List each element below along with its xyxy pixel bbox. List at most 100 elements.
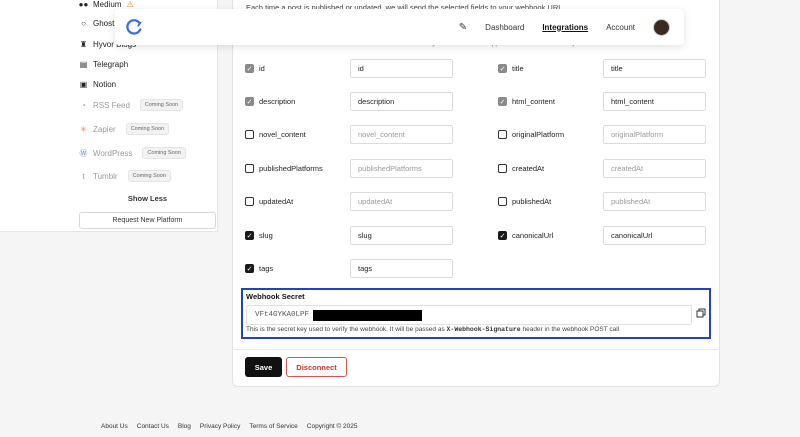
field-checkbox[interactable]: ✓ (498, 64, 507, 73)
footer-copyright: Copyright © 2025 (306, 423, 358, 430)
field-checkbox[interactable] (245, 130, 254, 139)
field-name-input[interactable]: canonicalUrl (603, 226, 706, 245)
nav-integrations[interactable]: Integrations (542, 23, 588, 32)
field-label: publishedPlatforms (259, 164, 323, 173)
field-name-input[interactable]: tags (350, 259, 453, 278)
telegraph-icon: ▤ (79, 59, 88, 69)
field-row-tags: ✓ tags (245, 264, 273, 273)
field-row-updatedAt: updatedAt (245, 197, 293, 206)
copy-icon[interactable] (696, 308, 706, 318)
field-label: updatedAt (259, 197, 294, 206)
field-name-input[interactable]: publishedAt (603, 192, 706, 211)
warning-icon: ⚠ (126, 0, 134, 9)
zapier-icon: ✳ (80, 124, 87, 134)
field-label: html_content (512, 97, 555, 106)
webhook-secret-help: This is the secret key used to verify th… (246, 326, 620, 333)
wordpress-icon: Ⓦ (79, 148, 88, 158)
field-checkbox[interactable]: ✓ (245, 97, 254, 106)
field-checkbox[interactable]: ✓ (245, 264, 254, 273)
divider (232, 349, 720, 350)
field-row-createdAt: createdAt (498, 164, 544, 173)
footer-contact[interactable]: Contact Us (137, 423, 169, 430)
field-name-input[interactable]: originalPlatform (603, 125, 706, 144)
medium-icon: ●● (78, 0, 89, 9)
sidebar-item-zapier: ✳ Zapier Coming Soon (79, 122, 170, 136)
field-checkbox[interactable] (498, 197, 507, 206)
rss-icon: ◔ (81, 100, 86, 110)
field-checkbox[interactable]: ✓ (245, 64, 254, 73)
field-row-html_content: ✓ html_content (498, 97, 555, 106)
field-row-publishedPlatforms: publishedPlatforms (245, 164, 323, 173)
webhook-secret-section: Webhook Secret VFt4GYKA0LPF This is the … (241, 288, 711, 339)
disconnect-button[interactable]: Disconnect (286, 357, 347, 377)
sidebar-item-label: Zapier (93, 124, 116, 134)
avatar[interactable] (653, 18, 670, 36)
header-name: X-Webhook-Signature (446, 326, 521, 333)
nav-account[interactable]: Account (606, 23, 635, 32)
top-navigation: ✎ Dashboard Integrations Account (115, 9, 684, 45)
field-row-originalPlatform: originalPlatform (498, 130, 564, 139)
field-name-input[interactable]: novel_content (350, 125, 453, 144)
field-label: slug (259, 231, 273, 240)
field-label: originalPlatform (512, 130, 565, 139)
footer-privacy[interactable]: Privacy Policy (200, 423, 240, 430)
field-label: description (259, 97, 296, 106)
field-row-description: ✓ description (245, 97, 295, 106)
footer-blog[interactable]: Blog (178, 423, 191, 430)
webhook-secret-value: VFt4GYKA0LPF (255, 311, 310, 319)
sidebar-item-rss: ◔ RSS Feed Coming Soon (79, 98, 184, 112)
sidebar-item-wordpress: Ⓦ WordPress Coming Soon (79, 146, 186, 160)
footer-terms[interactable]: Terms of Service (249, 423, 297, 430)
field-label: publishedAt (512, 197, 552, 206)
field-name-input[interactable]: id (350, 59, 453, 78)
save-button[interactable]: Save (245, 357, 282, 377)
nav-dashboard[interactable]: Dashboard (485, 23, 524, 32)
field-name-input[interactable]: title (603, 59, 706, 78)
sidebar-item-label: WordPress (93, 148, 133, 158)
sidebar-item-telegraph[interactable]: ▤ Telegraph (79, 57, 128, 71)
field-label: tags (259, 264, 274, 273)
show-less-link[interactable]: Show Less (79, 194, 216, 203)
field-name-input[interactable]: updatedAt (350, 192, 453, 211)
field-checkbox[interactable]: ✓ (498, 97, 507, 106)
field-label: novel_content (259, 130, 306, 139)
sidebar-item-label: Tumblr (93, 171, 118, 181)
field-checkbox[interactable]: ✓ (498, 231, 507, 240)
field-name-input[interactable]: publishedPlatforms (350, 159, 453, 178)
field-name-input[interactable]: html_content (603, 92, 706, 111)
field-label: createdAt (512, 164, 545, 173)
field-checkbox[interactable] (498, 130, 507, 139)
sidebar-item-label: Ghost (93, 18, 115, 28)
field-row-slug: ✓ slug (245, 231, 273, 240)
tumblr-icon: t (82, 171, 85, 181)
notion-icon: ▣ (79, 79, 88, 89)
ghost-icon: ○ (81, 18, 86, 28)
field-row-canonicalUrl: ✓ canonicalUrl (498, 231, 553, 240)
hyvor-icon: ♜ (79, 39, 88, 49)
field-checkbox[interactable] (498, 164, 507, 173)
footer-about[interactable]: About Us (101, 423, 128, 430)
field-checkbox[interactable] (245, 164, 254, 173)
field-label: id (259, 64, 265, 73)
field-checkbox[interactable]: ✓ (245, 231, 254, 240)
sidebar-item-notion[interactable]: ▣ Notion (79, 77, 116, 91)
coming-soon-badge: Coming Soon (125, 123, 170, 135)
field-row-novel_content: novel_content (245, 130, 306, 139)
coming-soon-badge: Coming Soon (139, 99, 184, 111)
webhook-secret-field[interactable]: VFt4GYKA0LPF (246, 305, 692, 325)
sidebar-item-label: Medium (93, 0, 122, 9)
field-label: canonicalUrl (512, 231, 554, 240)
field-name-input[interactable]: slug (350, 226, 453, 245)
field-row-id: ✓ id (245, 64, 265, 73)
coming-soon-badge: Coming Soon (127, 170, 171, 182)
edit-icon[interactable]: ✎ (459, 22, 467, 33)
field-name-input[interactable]: description (350, 92, 453, 111)
request-platform-button[interactable]: Request New Platform (79, 212, 216, 229)
redacted-block (313, 310, 422, 321)
field-row-publishedAt: publishedAt (498, 197, 551, 206)
footer: About Us Contact Us Blog Privacy Policy … (101, 423, 357, 430)
sidebar-item-ghost[interactable]: ○ Ghost (79, 16, 114, 30)
field-name-input[interactable]: createdAt (603, 159, 706, 178)
app-logo-icon[interactable] (125, 18, 144, 37)
field-checkbox[interactable] (245, 197, 254, 206)
